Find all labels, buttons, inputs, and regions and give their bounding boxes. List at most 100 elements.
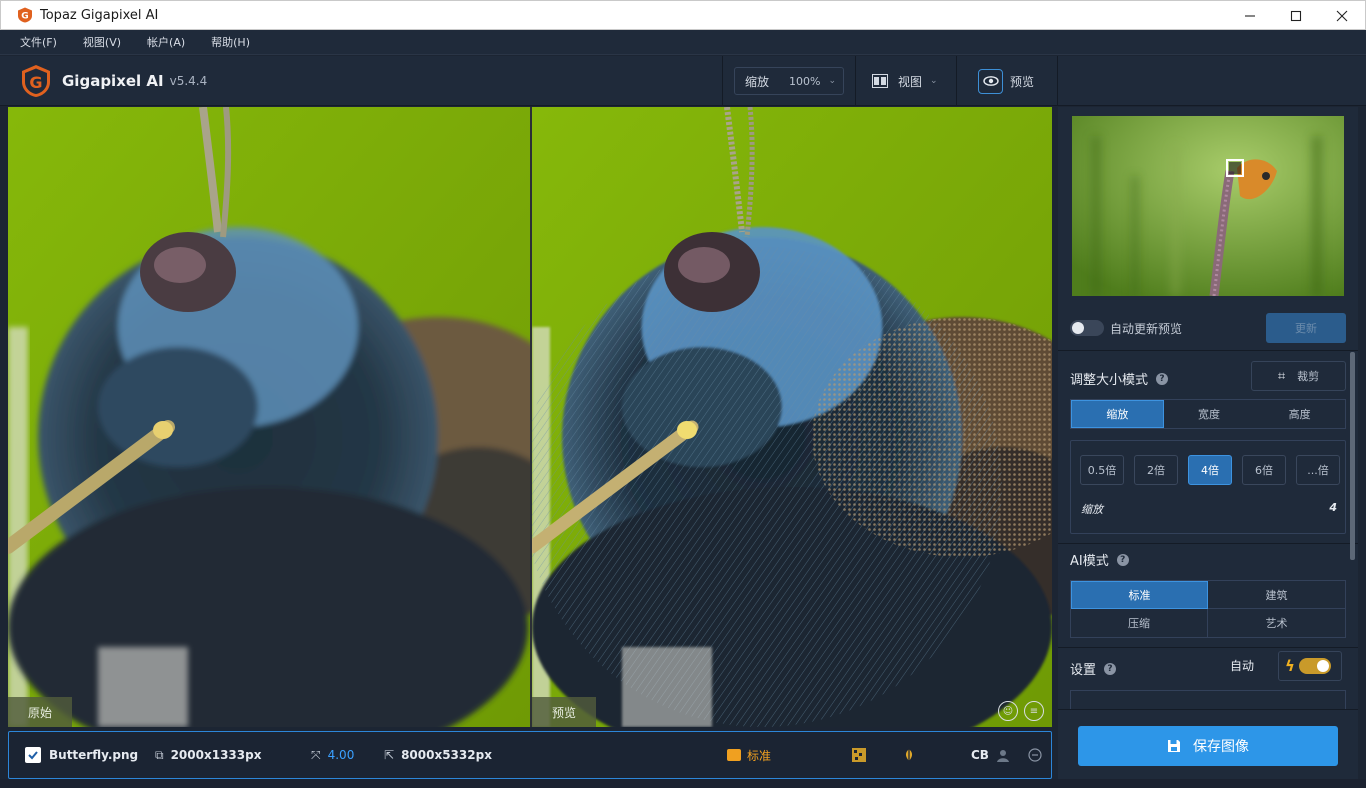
original-size-value: 2000x1333px: [170, 748, 262, 762]
scale-chip-2x[interactable]: 2倍: [1134, 455, 1178, 485]
window-border: [0, 779, 1366, 788]
preview-image: [532, 107, 1052, 727]
save-label: 保存图像: [1193, 739, 1249, 755]
ai-mode-options: 标准 建筑 压缩 艺术: [1070, 580, 1346, 638]
color-balance-label[interactable]: CB: [971, 732, 989, 778]
tab-width[interactable]: 宽度: [1164, 400, 1255, 428]
chevron-down-icon: ⌄: [930, 76, 938, 86]
select-checkbox[interactable]: [25, 747, 41, 763]
panel-scrollbar[interactable]: [1350, 352, 1355, 560]
scale-row: 缩放 4: [1081, 501, 1337, 517]
preview-label: 预览: [532, 697, 596, 727]
split-view-icon: [872, 74, 888, 88]
export-icon: ⇱: [384, 748, 395, 762]
menu-file[interactable]: 文件(F): [20, 34, 57, 50]
app-icon: G: [18, 7, 32, 23]
view-mode-button[interactable]: 视图 ⌄: [872, 67, 938, 95]
auto-label: 自动: [1230, 659, 1255, 673]
scale-chip-0.5x[interactable]: 0.5倍: [1080, 455, 1124, 485]
face-icon[interactable]: [996, 748, 1010, 762]
minimize-button[interactable]: [1227, 1, 1273, 31]
menu-view[interactable]: 视图(V): [83, 34, 121, 50]
scale-value: 4.00: [327, 748, 355, 762]
original-pane[interactable]: 原始: [8, 107, 530, 727]
title-bar: G Topaz Gigapixel AI: [0, 0, 1366, 30]
save-area: 保存图像: [1058, 709, 1358, 779]
settings-title: 设置 ?: [1070, 659, 1117, 678]
scale-chip-4x[interactable]: 4倍: [1188, 455, 1232, 485]
ai-mode-indicator[interactable]: 标准: [727, 732, 771, 778]
auto-update-label: 自动更新预览: [1110, 321, 1183, 336]
brand-version: v5.4.4: [169, 74, 208, 88]
face-detect-icon[interactable]: ☺: [998, 701, 1018, 721]
navigator-thumbnail[interactable]: [1072, 116, 1344, 296]
settings-box: [1070, 690, 1346, 709]
remove-icon[interactable]: [1028, 748, 1042, 762]
file-name: Butterfly.png: [49, 748, 139, 762]
ai-mode-value: 标准: [747, 748, 772, 763]
zoom-value: 100%: [789, 74, 821, 88]
auto-settings-toggle[interactable]: ϟ: [1278, 651, 1342, 681]
scale-input[interactable]: 4: [1329, 501, 1337, 517]
app-header: G Gigapixel AI v5.4.4 缩放 100% ⌄ 视图 ⌄ 预览: [0, 56, 1366, 106]
preview-label: 预览: [1010, 74, 1035, 89]
close-button[interactable]: [1319, 1, 1365, 31]
settings-panel: 自动更新预览 更新 调整大小模式 ? ⌗ 裁剪 缩放 宽度 高度 0.5倍 2倍…: [1058, 107, 1358, 709]
image-viewer[interactable]: 原始 预览 ☺ ≡: [8, 107, 1052, 727]
preview-pane[interactable]: 预览 ☺ ≡: [532, 107, 1052, 727]
help-icon[interactable]: ?: [1156, 372, 1169, 385]
topaz-logo-icon: G: [22, 65, 50, 97]
update-button[interactable]: 更新: [1266, 313, 1346, 343]
ai-mode-label: AI模式: [1070, 554, 1109, 569]
preview-button[interactable]: 预览: [978, 67, 1034, 95]
scale-label: 缩放: [1081, 503, 1103, 516]
scale-chip-custom[interactable]: ...倍: [1296, 455, 1340, 485]
eye-icon: [978, 68, 1003, 94]
crop-button[interactable]: ⌗ 裁剪: [1251, 361, 1346, 391]
save-icon: [1168, 740, 1180, 752]
ai-mode-title: AI模式 ?: [1070, 550, 1129, 569]
resize-mode-title: 调整大小模式 ?: [1070, 369, 1169, 388]
save-image-button[interactable]: 保存图像: [1078, 726, 1338, 766]
output-size-value: 8000x5332px: [401, 748, 492, 762]
menu-bar: 文件(F) 视图(V) 帐户(A) 帮助(H): [0, 30, 1366, 55]
resize-icon: ⧉: [155, 747, 164, 762]
ai-mode-art[interactable]: 艺术: [1208, 609, 1345, 637]
svg-text:G: G: [21, 12, 28, 22]
resize-mode-tabs: 缩放 宽度 高度: [1070, 399, 1346, 429]
scale-info: ⤧ 4.00: [311, 732, 354, 778]
help-icon[interactable]: ?: [1104, 662, 1117, 675]
image-info-bar: Butterfly.png ⧉ 2000x1333px ⤧ 4.00 ⇱ 800…: [8, 731, 1052, 779]
menu-account[interactable]: 帐户(A): [147, 34, 185, 50]
sharpen-icon[interactable]: [902, 748, 916, 762]
original-label: 原始: [8, 697, 72, 727]
zoom-label: 缩放: [745, 74, 770, 89]
tab-height[interactable]: 高度: [1254, 400, 1345, 428]
tab-scale[interactable]: 缩放: [1071, 400, 1164, 428]
settings-label: 设置: [1070, 663, 1097, 678]
scale-options: 0.5倍 2倍 4倍 6倍 ...倍 缩放 4: [1070, 440, 1346, 534]
ai-mode-architecture[interactable]: 建筑: [1208, 581, 1345, 609]
original-size: ⧉ 2000x1333px: [155, 732, 261, 778]
help-icon[interactable]: ?: [1116, 553, 1129, 566]
auto-update-toggle[interactable]: [1070, 320, 1104, 336]
svg-text:G: G: [29, 73, 42, 92]
brand: G Gigapixel AI v5.4.4: [18, 63, 207, 99]
face-compare-icon[interactable]: ≡: [1024, 701, 1044, 721]
noise-icon[interactable]: [852, 748, 866, 762]
view-label: 视图: [898, 74, 923, 89]
scale-chip-6x[interactable]: 6倍: [1242, 455, 1286, 485]
ai-mode-standard[interactable]: 标准: [1071, 581, 1208, 609]
model-icon: [727, 749, 741, 761]
chevron-down-icon: ⌄: [828, 76, 837, 86]
crop-icon: ⌗: [1277, 368, 1286, 384]
ai-mode-compressed[interactable]: 压缩: [1071, 609, 1208, 637]
zoom-select[interactable]: 缩放 100% ⌄: [734, 67, 844, 95]
menu-help[interactable]: 帮助(H): [211, 34, 250, 50]
maximize-button[interactable]: [1273, 1, 1319, 31]
face-tools: ☺ ≡: [998, 701, 1044, 721]
original-image: [8, 107, 530, 727]
auto-toggle-switch[interactable]: [1298, 658, 1331, 674]
output-size: ⇱ 8000x5332px: [384, 732, 492, 778]
navigator-image: [1072, 116, 1344, 296]
